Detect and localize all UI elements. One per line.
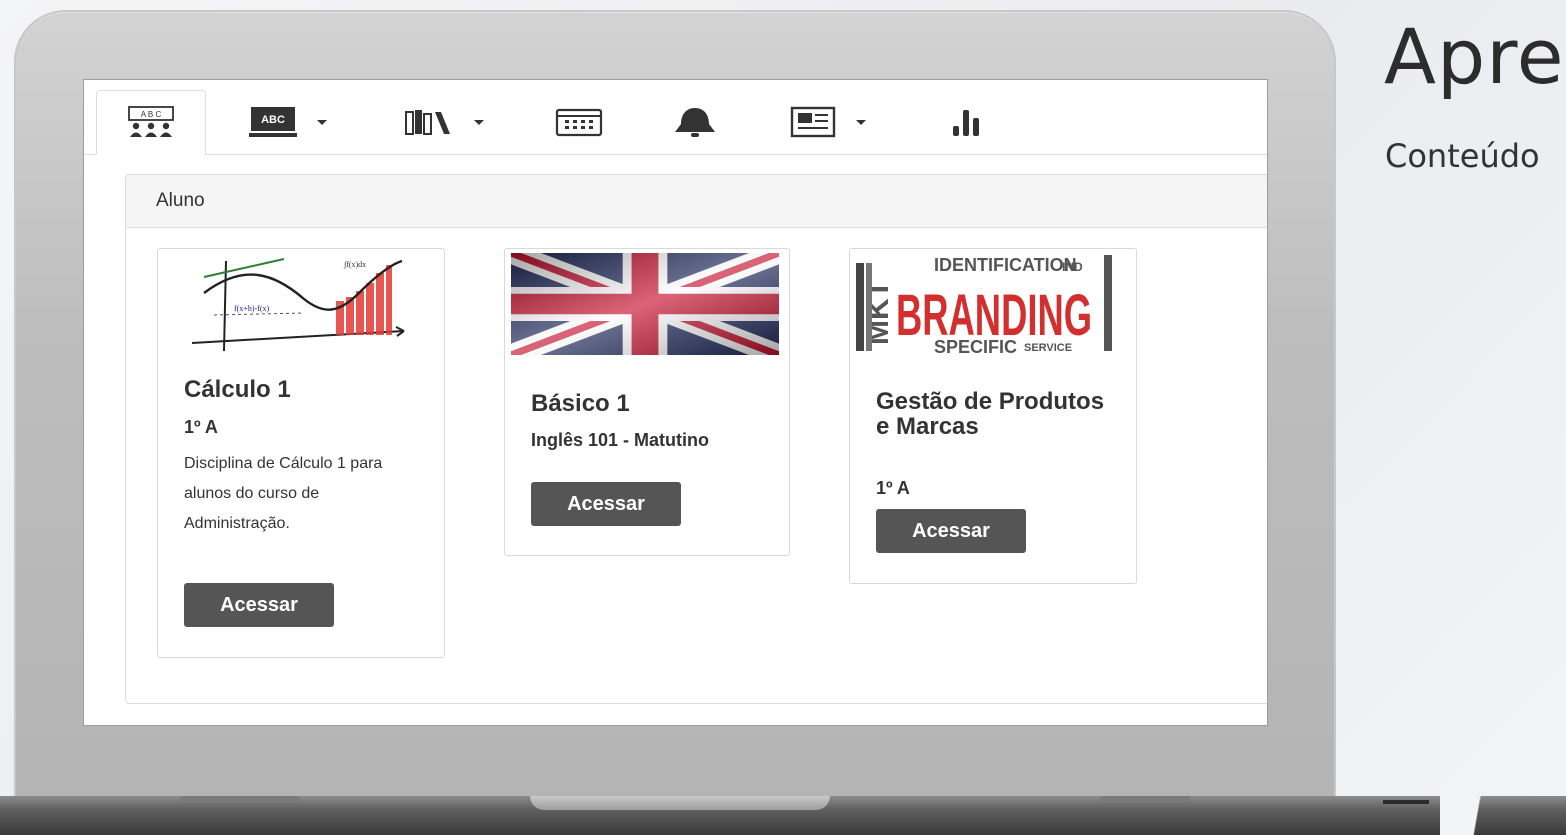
branding-wordcloud-image: IDENTIFICATION SPECIFIC SERVICE MKT IND … bbox=[856, 253, 1124, 355]
laptop-notch bbox=[530, 796, 830, 810]
tab-library[interactable] bbox=[390, 90, 498, 154]
student-panel: Aluno f(x+h)-f(x) ∫f(x)dx Cálculo 1 1º A… bbox=[125, 174, 1267, 704]
library-icon bbox=[405, 110, 450, 135]
laptop-base bbox=[0, 796, 1566, 835]
panel-header bbox=[126, 175, 1267, 228]
tab-news[interactable] bbox=[774, 90, 882, 154]
class-list-icon: A B C bbox=[128, 105, 174, 137]
tab-classes[interactable]: A B C bbox=[96, 90, 206, 155]
aside-title: Apre bbox=[1384, 12, 1565, 101]
tab-board[interactable]: ABC bbox=[234, 90, 342, 154]
bell-icon bbox=[675, 108, 715, 137]
branding-word: BRANDING bbox=[896, 283, 1092, 348]
abc-board-icon: ABC bbox=[249, 107, 297, 137]
course-subtitle: 1º A bbox=[876, 478, 910, 498]
calendar-icon bbox=[555, 108, 603, 137]
svg-text:IND: IND bbox=[1062, 260, 1083, 274]
chevron-down-icon bbox=[474, 119, 484, 125]
svg-text:A B C: A B C bbox=[141, 110, 162, 119]
access-button-basico[interactable]: Acessar bbox=[531, 482, 681, 526]
chevron-down-icon bbox=[856, 119, 866, 125]
course-image-branding: IDENTIFICATION SPECIFIC SERVICE MKT IND … bbox=[856, 253, 1124, 355]
tab-calendar[interactable] bbox=[534, 90, 624, 154]
course-image-uk-flag bbox=[511, 253, 779, 355]
course-title: Gestão de Produtos e Marcas bbox=[876, 388, 1105, 440]
decorative-dash bbox=[1383, 800, 1429, 804]
course-description: Disciplina de Cálculo 1 para alunos do c… bbox=[184, 455, 383, 532]
laptop-foot-left bbox=[180, 796, 300, 801]
news-icon bbox=[790, 106, 836, 138]
svg-text:∫f(x)dx: ∫f(x)dx bbox=[343, 260, 366, 269]
course-card-basico: Básico 1 Inglês 101 - Matutino Acessar bbox=[504, 248, 790, 556]
tab-notifications[interactable] bbox=[650, 90, 740, 154]
panel-title: Aluno bbox=[156, 190, 205, 211]
course-title: Cálculo 1 bbox=[184, 376, 291, 403]
access-button-gestao[interactable]: Acessar bbox=[876, 509, 1026, 553]
chevron-down-icon bbox=[317, 119, 327, 125]
laptop-foot-right bbox=[1100, 796, 1190, 801]
course-subtitle: Inglês 101 - Matutino bbox=[531, 430, 710, 450]
course-image-calculus: f(x+h)-f(x) ∫f(x)dx bbox=[164, 253, 432, 355]
aside-subtitle: Conteúdo bbox=[1385, 137, 1540, 175]
svg-text:ABC: ABC bbox=[261, 114, 285, 126]
course-subtitle: 1º A bbox=[184, 417, 218, 437]
tab-bar: A B C ABC bbox=[84, 80, 1267, 155]
app-screen: A B C ABC Aluno f(x+h)-f(x) ∫f(x)dx Cálc… bbox=[84, 80, 1267, 725]
calculus-graph-image: f(x+h)-f(x) ∫f(x)dx bbox=[164, 253, 432, 355]
course-title: Básico 1 bbox=[531, 390, 630, 417]
access-button-calculo[interactable]: Acessar bbox=[184, 583, 334, 627]
uk-flag-image bbox=[511, 253, 779, 355]
course-card-calculo: f(x+h)-f(x) ∫f(x)dx Cálculo 1 1º A Disci… bbox=[157, 248, 445, 658]
tab-reports[interactable] bbox=[924, 90, 1014, 154]
svg-text:f(x+h)-f(x): f(x+h)-f(x) bbox=[234, 304, 269, 313]
svg-text:IDENTIFICATION: IDENTIFICATION bbox=[934, 255, 1077, 275]
bar-chart-icon bbox=[953, 110, 979, 136]
laptop-base-edge bbox=[1440, 796, 1566, 835]
course-card-gestao: IDENTIFICATION SPECIFIC SERVICE MKT IND … bbox=[849, 248, 1137, 584]
